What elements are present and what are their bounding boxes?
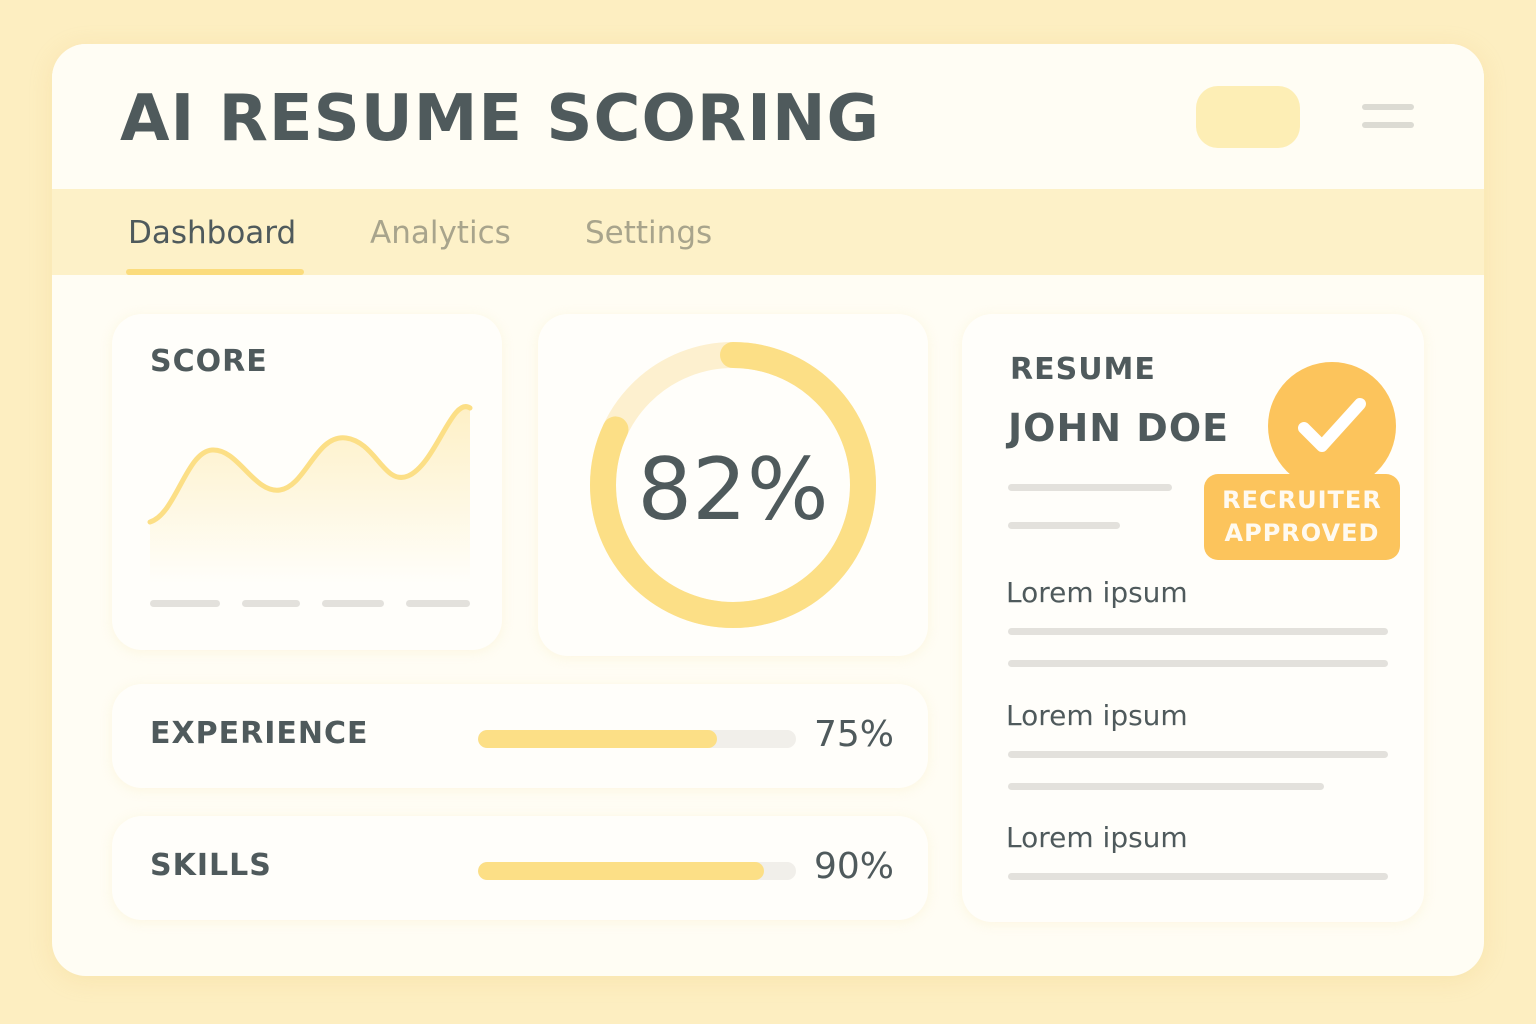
- hamburger-line: [1362, 122, 1414, 128]
- app-window: AI RESUME SCORING Dashboard Analytics Se…: [52, 44, 1484, 976]
- tab-bar: Dashboard Analytics Settings: [52, 189, 1484, 275]
- tab-settings[interactable]: Settings: [585, 215, 712, 251]
- overall-score-card: 82%: [538, 314, 928, 656]
- axis-placeholder: [406, 600, 470, 607]
- text-placeholder: [1008, 783, 1324, 790]
- text-placeholder: [1008, 873, 1388, 880]
- app-header: AI RESUME SCORING: [52, 44, 1484, 189]
- active-tab-indicator: [126, 269, 304, 275]
- score-trend-area: [150, 406, 470, 584]
- score-label: SCORE: [150, 344, 268, 379]
- checkmark-icon: [1268, 362, 1396, 490]
- recruiter-approved-badge: RECRUITER APPROVED: [1204, 474, 1400, 560]
- header-action-button[interactable]: [1196, 86, 1300, 148]
- resume-section-title: Lorem ipsum: [1006, 699, 1188, 732]
- text-placeholder: [1008, 522, 1120, 529]
- axis-placeholder: [322, 600, 384, 607]
- resume-card: RESUME JOHN DOE RECRUITER APPROVED Lorem…: [962, 314, 1424, 922]
- text-placeholder: [1008, 660, 1388, 667]
- score-trend-chart: [147, 404, 473, 584]
- resume-section-title: Lorem ipsum: [1006, 576, 1188, 609]
- hamburger-icon[interactable]: [1360, 102, 1416, 132]
- experience-value: 75%: [813, 714, 894, 755]
- axis-placeholder: [150, 600, 220, 607]
- app-title: AI RESUME SCORING: [120, 82, 881, 156]
- experience-progress-track: [478, 730, 796, 748]
- resume-section-title: Lorem ipsum: [1006, 821, 1188, 854]
- experience-progress-fill: [478, 730, 717, 748]
- skills-progress-track: [478, 862, 796, 880]
- overall-score-value: 82%: [637, 440, 829, 540]
- hamburger-line: [1362, 104, 1414, 110]
- axis-placeholder: [242, 600, 300, 607]
- skills-value: 90%: [813, 846, 894, 887]
- badge-line: APPROVED: [1224, 519, 1380, 547]
- skills-label: SKILLS: [150, 848, 272, 883]
- text-placeholder: [1008, 751, 1388, 758]
- tab-analytics[interactable]: Analytics: [370, 215, 511, 251]
- tab-dashboard[interactable]: Dashboard: [128, 215, 296, 251]
- score-card: SCORE: [112, 314, 502, 650]
- experience-card: EXPERIENCE 75%: [112, 684, 928, 788]
- text-placeholder: [1008, 628, 1388, 635]
- skills-progress-fill: [478, 862, 765, 880]
- text-placeholder: [1008, 484, 1172, 491]
- experience-label: EXPERIENCE: [150, 716, 369, 751]
- resume-label: RESUME: [1010, 352, 1156, 387]
- skills-card: SKILLS 90%: [112, 816, 928, 920]
- badge-line: RECRUITER: [1222, 486, 1382, 514]
- candidate-name: JOHN DOE: [1008, 406, 1230, 450]
